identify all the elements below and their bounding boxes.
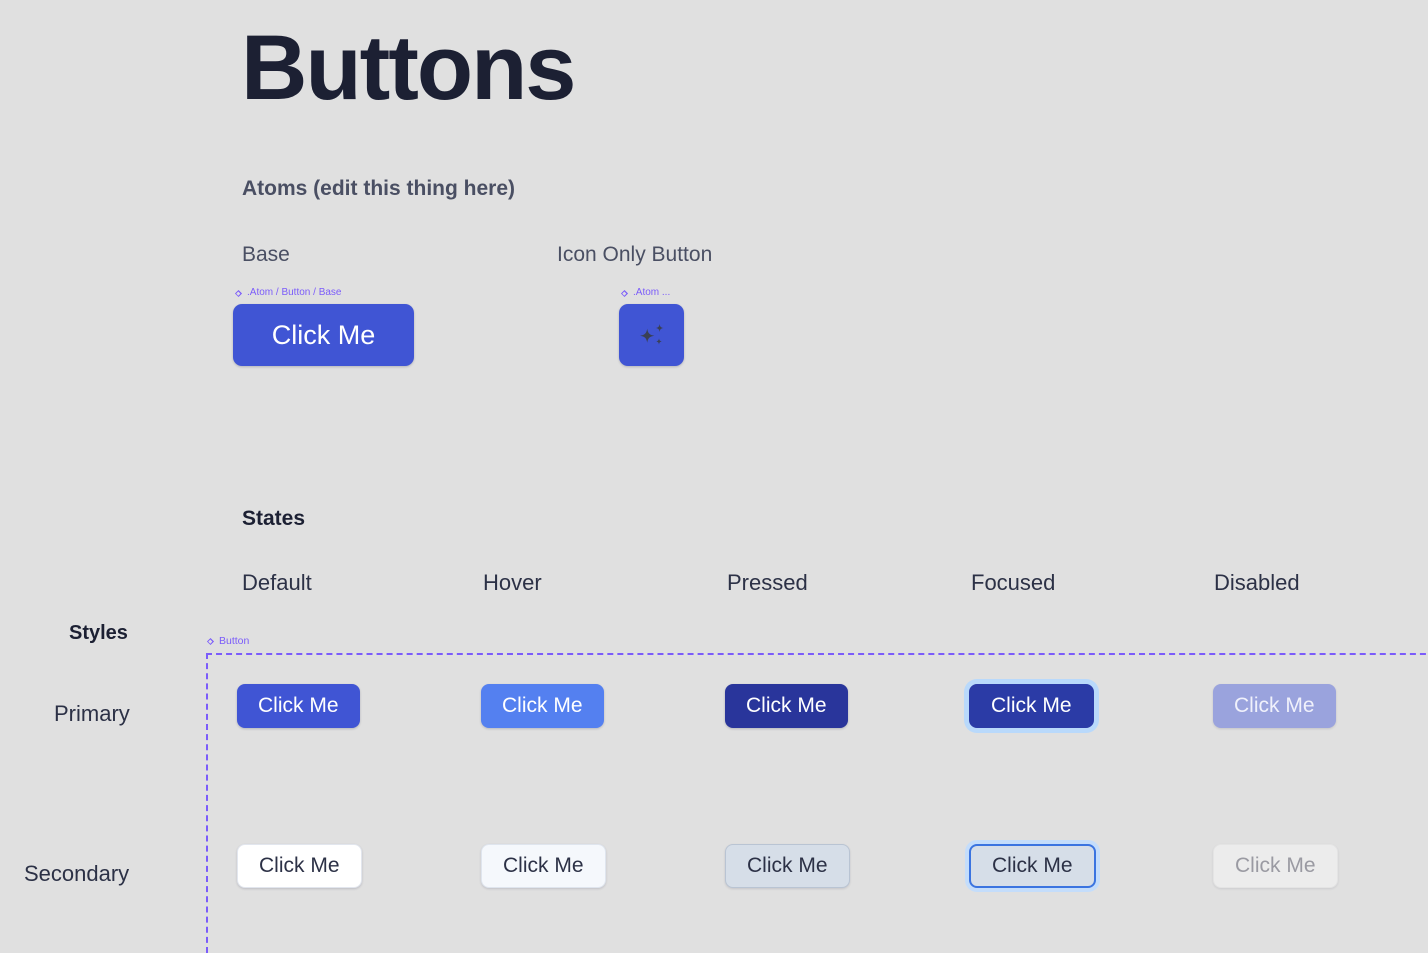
button-secondary-pressed[interactable]: Click Me — [725, 844, 850, 888]
atom-base-button[interactable]: Click Me — [233, 304, 414, 366]
state-column-hover: Hover — [483, 570, 542, 595]
button-secondary-disabled: Click Me — [1213, 844, 1338, 888]
figma-component-diamond-icon — [234, 289, 243, 298]
button-primary-focused[interactable]: Click Me — [969, 684, 1094, 728]
state-column-focused: Focused — [971, 570, 1056, 595]
component-tag-icon-only-label: .Atom ... — [633, 287, 671, 298]
states-section-heading: States — [242, 507, 306, 530]
component-frame-tag-label: Button — [219, 635, 250, 647]
button-primary-pressed[interactable]: Click Me — [725, 684, 848, 728]
atom-icon-only-button[interactable] — [619, 304, 684, 366]
style-row-secondary: Secondary — [24, 861, 130, 886]
component-tag-icon-only[interactable]: .Atom ... — [620, 288, 670, 298]
button-secondary-focused[interactable]: Click Me — [969, 844, 1096, 888]
atom-label-icon-only: Icon Only Button — [557, 243, 713, 266]
button-primary-hover[interactable]: Click Me — [481, 684, 604, 728]
button-primary-disabled: Click Me — [1213, 684, 1336, 728]
figma-component-diamond-icon — [620, 289, 629, 298]
styles-axis-heading: Styles — [69, 622, 128, 644]
state-column-disabled: Disabled — [1214, 570, 1300, 595]
figma-component-diamond-icon — [206, 637, 215, 646]
atoms-section-heading: Atoms (edit this thing here) — [242, 177, 515, 200]
component-tag-base-label: .Atom / Button / Base — [247, 287, 342, 298]
button-primary-default[interactable]: Click Me — [237, 684, 360, 728]
state-column-pressed: Pressed — [727, 570, 808, 595]
atom-label-base: Base — [242, 243, 290, 266]
state-column-default: Default — [242, 570, 312, 595]
sparkles-icon — [635, 318, 669, 352]
component-tag-base[interactable]: .Atom / Button / Base — [234, 288, 342, 298]
page-title: Buttons — [241, 17, 576, 119]
component-frame-tag[interactable]: Button — [206, 636, 249, 647]
style-row-primary: Primary — [54, 701, 130, 726]
button-secondary-default[interactable]: Click Me — [237, 844, 362, 888]
button-secondary-hover[interactable]: Click Me — [481, 844, 606, 888]
